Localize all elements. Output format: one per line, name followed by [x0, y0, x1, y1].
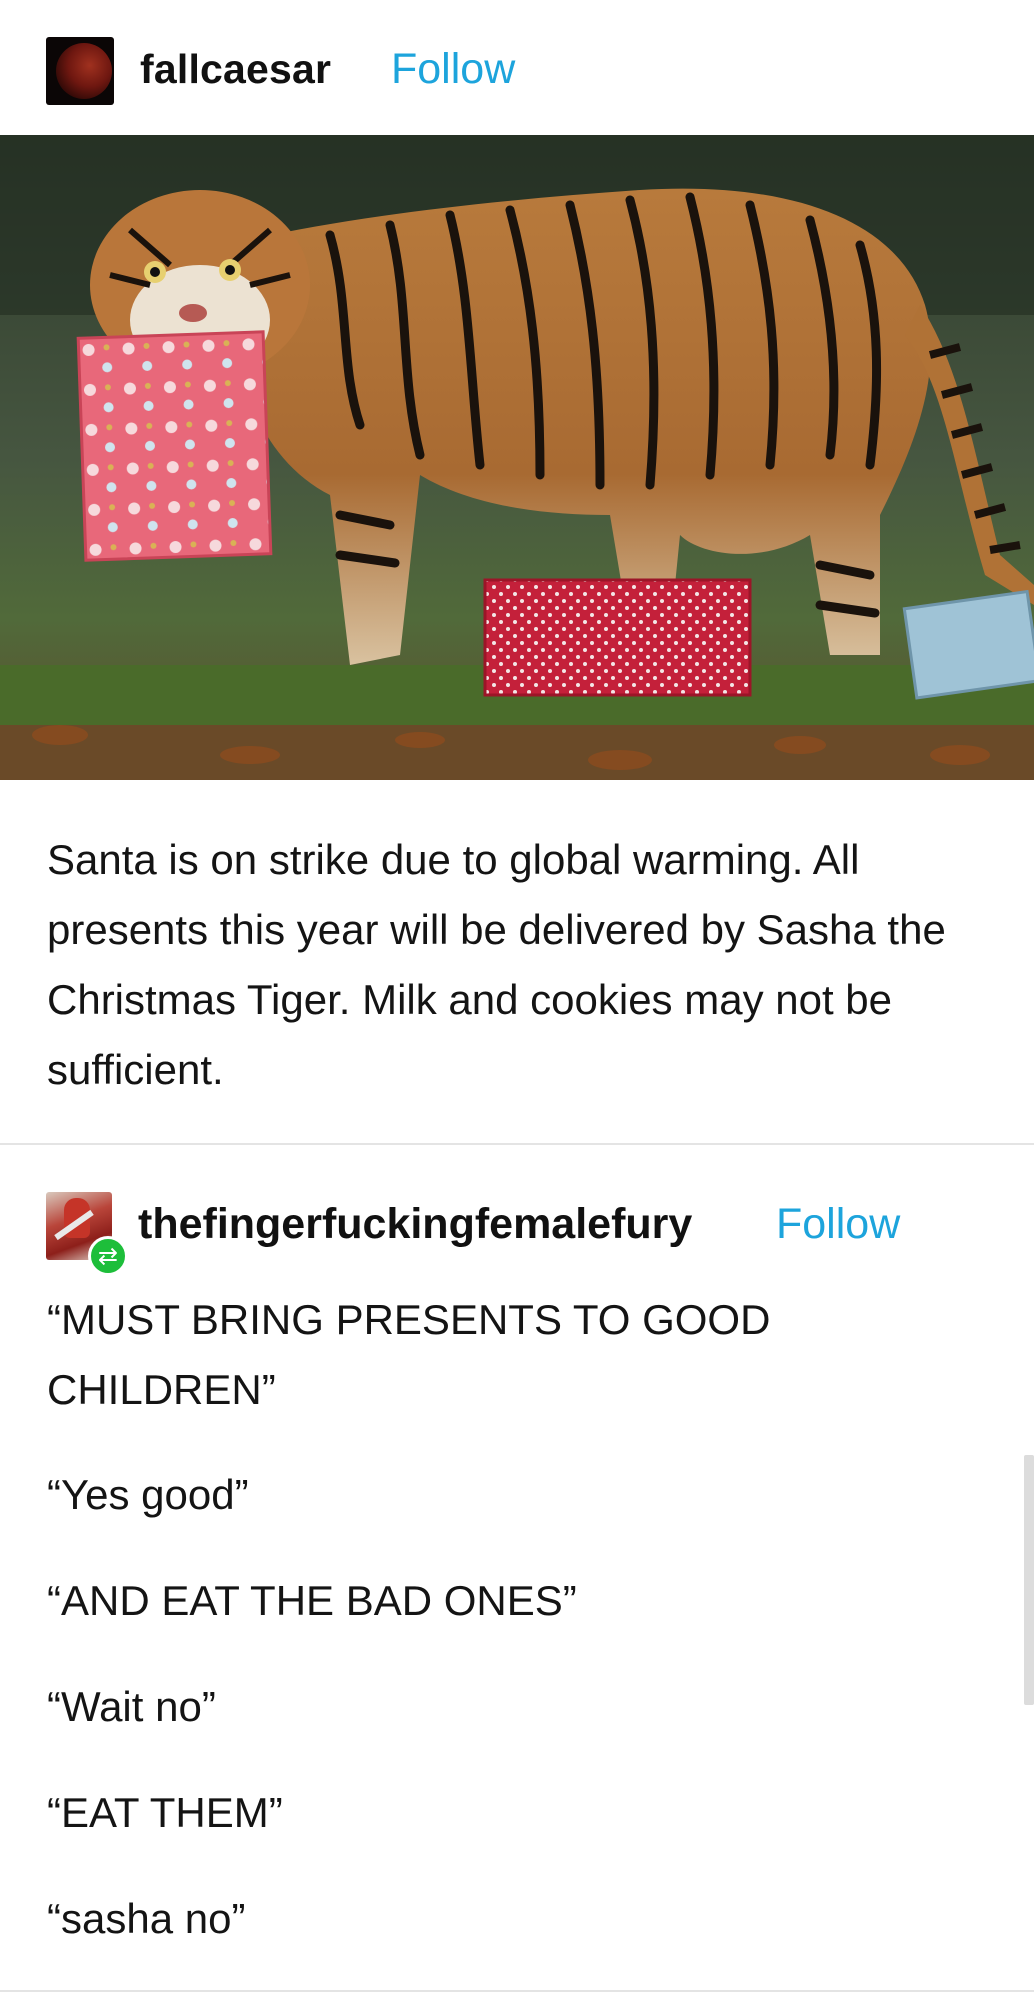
reblog-follow-button[interactable]: Follow	[776, 1199, 900, 1249]
post-photo[interactable]	[0, 135, 1034, 780]
reblog-avatar[interactable]: ⇄	[46, 1192, 128, 1276]
blog-name[interactable]: fallcaesar	[140, 44, 331, 94]
reblog-quote: “Wait no”	[47, 1683, 216, 1730]
reblog-quote: “Yes good”	[47, 1471, 249, 1518]
blog-avatar[interactable]	[46, 37, 114, 105]
reblog-quote: “sasha no”	[47, 1895, 246, 1942]
caption-text: Santa is on strike due to global warming…	[47, 836, 946, 1093]
reblog-divider	[0, 1143, 1034, 1145]
scrollbar[interactable]	[1024, 1455, 1034, 1705]
reblog-quote: “MUST BRING PRESENTS TO GOOD CHILDREN”	[47, 1296, 771, 1413]
blood-moon-icon	[56, 43, 112, 99]
reblog-quote: “AND EAT THE BAD ONES”	[47, 1577, 577, 1624]
follow-button[interactable]: Follow	[391, 44, 515, 94]
reblog-quote: “EAT THEM”	[47, 1789, 283, 1836]
post-header: fallcaesar Follow	[0, 0, 1034, 135]
reblog-blog-name[interactable]: thefingerfuckingfemalefury	[138, 1199, 692, 1249]
post-footer-divider	[0, 1990, 1034, 1992]
reblog-icon: ⇄	[88, 1236, 128, 1276]
post-caption: Santa is on strike due to global warming…	[47, 825, 997, 1105]
